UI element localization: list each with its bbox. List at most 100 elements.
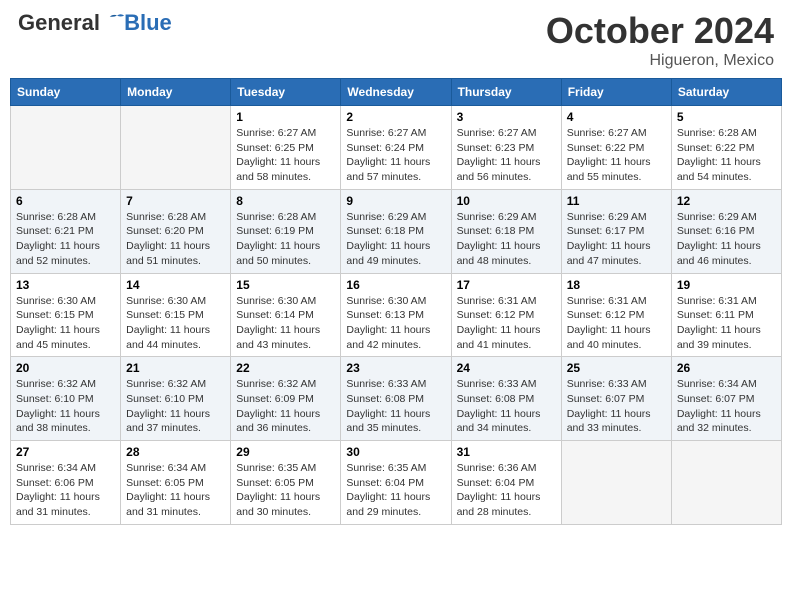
- calendar-cell: 10Sunrise: 6:29 AM Sunset: 6:18 PM Dayli…: [451, 189, 561, 273]
- day-info: Sunrise: 6:30 AM Sunset: 6:13 PM Dayligh…: [346, 294, 445, 353]
- day-info: Sunrise: 6:28 AM Sunset: 6:19 PM Dayligh…: [236, 210, 335, 269]
- day-number: 26: [677, 361, 776, 375]
- day-number: 6: [16, 194, 115, 208]
- day-number: 15: [236, 278, 335, 292]
- weekday-header-tuesday: Tuesday: [231, 79, 341, 106]
- day-number: 3: [457, 110, 556, 124]
- calendar-cell: 30 Sunrise: 6:35 AM Sunset: 6:04 PM Dayli…: [341, 441, 451, 525]
- calendar-cell: 1Sunrise: 6:27 AM Sunset: 6:25 PM Daylig…: [231, 106, 341, 190]
- calendar-cell: 21Sunrise: 6:32 AM Sunset: 6:10 PM Dayli…: [121, 357, 231, 441]
- day-number: 28: [126, 445, 225, 459]
- day-info: Sunrise: 6:28 AM Sunset: 6:21 PM Dayligh…: [16, 210, 115, 269]
- day-number: 16: [346, 278, 445, 292]
- day-info: Sunrise: 6:34 AM Sunset: 6:06 PM Dayligh…: [16, 461, 115, 520]
- page-header: General Blue October 2024 Higueron, Mexi…: [10, 10, 782, 70]
- day-number: 13: [16, 278, 115, 292]
- calendar-cell: 11 Sunrise: 6:29 AM Sunset: 6:17 PM Dayli…: [561, 189, 671, 273]
- logo: General Blue: [18, 10, 172, 36]
- logo-general: General: [18, 10, 124, 36]
- day-info: Sunrise: 6:32 AM Sunset: 6:10 PM Dayligh…: [16, 377, 115, 436]
- day-info: Sunrise: 6:33 AM Sunset: 6:08 PM Dayligh…: [457, 377, 556, 436]
- day-info: Sunrise: 6:29 AM Sunset: 6:17 PM Dayligh…: [567, 210, 666, 269]
- calendar-cell: [561, 441, 671, 525]
- day-number: 30: [346, 445, 445, 459]
- day-number: 18: [567, 278, 666, 292]
- day-number: 24: [457, 361, 556, 375]
- day-info: Sunrise: 6:36 AM Sunset: 6:04 PM Dayligh…: [457, 461, 556, 520]
- calendar-cell: 27Sunrise: 6:34 AM Sunset: 6:06 PM Dayli…: [11, 441, 121, 525]
- day-info: Sunrise: 6:32 AM Sunset: 6:10 PM Dayligh…: [126, 377, 225, 436]
- calendar-table: SundayMondayTuesdayWednesdayThursdayFrid…: [10, 78, 782, 525]
- day-info: Sunrise: 6:29 AM Sunset: 6:18 PM Dayligh…: [346, 210, 445, 269]
- day-info: Sunrise: 6:29 AM Sunset: 6:18 PM Dayligh…: [457, 210, 556, 269]
- calendar-cell: 17 Sunrise: 6:31 AM Sunset: 6:12 PM Dayli…: [451, 273, 561, 357]
- day-number: 17: [457, 278, 556, 292]
- day-number: 14: [126, 278, 225, 292]
- calendar-cell: 3 Sunrise: 6:27 AM Sunset: 6:23 PM Daylig…: [451, 106, 561, 190]
- day-info: Sunrise: 6:30 AM Sunset: 6:15 PM Dayligh…: [16, 294, 115, 353]
- day-info: Sunrise: 6:33 AM Sunset: 6:08 PM Dayligh…: [346, 377, 445, 436]
- calendar-week-5: 27Sunrise: 6:34 AM Sunset: 6:06 PM Dayli…: [11, 441, 782, 525]
- calendar-cell: 2Sunrise: 6:27 AM Sunset: 6:24 PM Daylig…: [341, 106, 451, 190]
- calendar-cell: 9Sunrise: 6:29 AM Sunset: 6:18 PM Daylig…: [341, 189, 451, 273]
- day-number: 5: [677, 110, 776, 124]
- day-number: 31: [457, 445, 556, 459]
- day-number: 19: [677, 278, 776, 292]
- calendar-cell: [671, 441, 781, 525]
- day-info: Sunrise: 6:27 AM Sunset: 6:25 PM Dayligh…: [236, 126, 335, 185]
- calendar-cell: 4Sunrise: 6:27 AM Sunset: 6:22 PM Daylig…: [561, 106, 671, 190]
- day-number: 12: [677, 194, 776, 208]
- month-title: October 2024: [546, 10, 774, 52]
- calendar-cell: 29 Sunrise: 6:35 AM Sunset: 6:05 PM Dayli…: [231, 441, 341, 525]
- calendar-cell: 24 Sunrise: 6:33 AM Sunset: 6:08 PM Dayli…: [451, 357, 561, 441]
- day-info: Sunrise: 6:30 AM Sunset: 6:14 PM Dayligh…: [236, 294, 335, 353]
- day-info: Sunrise: 6:33 AM Sunset: 6:07 PM Dayligh…: [567, 377, 666, 436]
- calendar-cell: 28 Sunrise: 6:34 AM Sunset: 6:05 PM Dayli…: [121, 441, 231, 525]
- day-number: 4: [567, 110, 666, 124]
- day-number: 25: [567, 361, 666, 375]
- location: Higueron, Mexico: [546, 52, 774, 70]
- weekday-header-thursday: Thursday: [451, 79, 561, 106]
- day-number: 7: [126, 194, 225, 208]
- day-number: 22: [236, 361, 335, 375]
- logo-general-text: General: [18, 10, 100, 35]
- calendar-cell: 16 Sunrise: 6:30 AM Sunset: 6:13 PM Dayli…: [341, 273, 451, 357]
- day-info: Sunrise: 6:34 AM Sunset: 6:05 PM Dayligh…: [126, 461, 225, 520]
- calendar-cell: 18Sunrise: 6:31 AM Sunset: 6:12 PM Dayli…: [561, 273, 671, 357]
- weekday-header-saturday: Saturday: [671, 79, 781, 106]
- calendar-cell: 20 Sunrise: 6:32 AM Sunset: 6:10 PM Dayli…: [11, 357, 121, 441]
- calendar-cell: 31 Sunrise: 6:36 AM Sunset: 6:04 PM Dayli…: [451, 441, 561, 525]
- calendar-cell: 5 Sunrise: 6:28 AM Sunset: 6:22 PM Daylig…: [671, 106, 781, 190]
- calendar-cell: 23Sunrise: 6:33 AM Sunset: 6:08 PM Dayli…: [341, 357, 451, 441]
- calendar-cell: 6 Sunrise: 6:28 AM Sunset: 6:21 PM Daylig…: [11, 189, 121, 273]
- day-number: 29: [236, 445, 335, 459]
- calendar-week-1: 1Sunrise: 6:27 AM Sunset: 6:25 PM Daylig…: [11, 106, 782, 190]
- weekday-header-sunday: Sunday: [11, 79, 121, 106]
- day-info: Sunrise: 6:29 AM Sunset: 6:16 PM Dayligh…: [677, 210, 776, 269]
- calendar-cell: 26Sunrise: 6:34 AM Sunset: 6:07 PM Dayli…: [671, 357, 781, 441]
- day-info: Sunrise: 6:35 AM Sunset: 6:05 PM Dayligh…: [236, 461, 335, 520]
- title-block: October 2024 Higueron, Mexico: [546, 10, 774, 70]
- logo-blue-text: Blue: [124, 10, 172, 36]
- day-info: Sunrise: 6:28 AM Sunset: 6:22 PM Dayligh…: [677, 126, 776, 185]
- calendar-cell: 12 Sunrise: 6:29 AM Sunset: 6:16 PM Dayli…: [671, 189, 781, 273]
- day-info: Sunrise: 6:31 AM Sunset: 6:12 PM Dayligh…: [457, 294, 556, 353]
- calendar-cell: 8 Sunrise: 6:28 AM Sunset: 6:19 PM Daylig…: [231, 189, 341, 273]
- day-info: Sunrise: 6:27 AM Sunset: 6:23 PM Dayligh…: [457, 126, 556, 185]
- day-number: 8: [236, 194, 335, 208]
- day-info: Sunrise: 6:31 AM Sunset: 6:11 PM Dayligh…: [677, 294, 776, 353]
- weekday-header-wednesday: Wednesday: [341, 79, 451, 106]
- weekday-header-friday: Friday: [561, 79, 671, 106]
- day-number: 11: [567, 194, 666, 208]
- calendar-cell: 13 Sunrise: 6:30 AM Sunset: 6:15 PM Dayli…: [11, 273, 121, 357]
- calendar-cell: [11, 106, 121, 190]
- calendar-week-2: 6 Sunrise: 6:28 AM Sunset: 6:21 PM Daylig…: [11, 189, 782, 273]
- calendar-cell: 7Sunrise: 6:28 AM Sunset: 6:20 PM Daylig…: [121, 189, 231, 273]
- calendar-cell: 15 Sunrise: 6:30 AM Sunset: 6:14 PM Dayli…: [231, 273, 341, 357]
- day-info: Sunrise: 6:30 AM Sunset: 6:15 PM Dayligh…: [126, 294, 225, 353]
- calendar-cell: [121, 106, 231, 190]
- day-info: Sunrise: 6:35 AM Sunset: 6:04 PM Dayligh…: [346, 461, 445, 520]
- day-info: Sunrise: 6:27 AM Sunset: 6:24 PM Dayligh…: [346, 126, 445, 185]
- calendar-cell: 14 Sunrise: 6:30 AM Sunset: 6:15 PM Dayli…: [121, 273, 231, 357]
- day-number: 20: [16, 361, 115, 375]
